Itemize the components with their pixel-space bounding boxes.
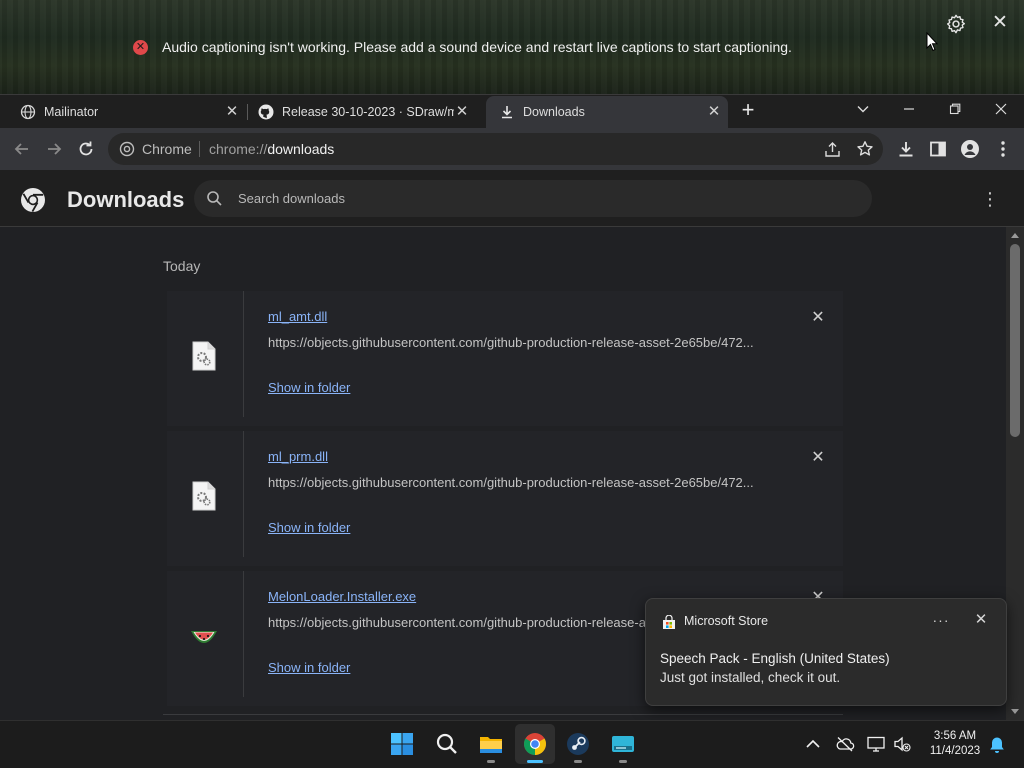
network-icon[interactable] xyxy=(866,734,886,754)
download-item: ml_amt.dll https://objects.githubusercon… xyxy=(167,291,843,426)
tab-downloads[interactable]: Downloads ✕ xyxy=(486,96,728,128)
github-icon xyxy=(258,104,274,120)
taskbar-search-button[interactable] xyxy=(427,724,467,764)
scrollbar-thumb[interactable] xyxy=(1010,244,1020,437)
address-bar[interactable]: Chrome chrome://downloads xyxy=(108,133,883,165)
file-name-link[interactable]: MelonLoader.Installer.exe xyxy=(268,589,416,604)
remove-download-button[interactable]: ✕ xyxy=(809,449,827,467)
restore-button[interactable] xyxy=(932,98,978,122)
tab-mailinator[interactable]: Mailinator ✕ xyxy=(0,96,246,128)
scroll-up-arrow-icon[interactable] xyxy=(1011,233,1019,238)
active-indicator xyxy=(527,760,543,763)
site-label: Chrome xyxy=(142,141,192,157)
profile-avatar-icon[interactable] xyxy=(960,139,980,159)
side-panel-icon[interactable] xyxy=(928,139,948,159)
tab-title: Release 30-10-2023 · SDraw/ml_mods xyxy=(282,105,454,119)
notification-bell-icon[interactable] xyxy=(987,735,1007,755)
close-window-button[interactable] xyxy=(978,98,1024,122)
clock-time: 3:56 AM xyxy=(933,730,977,742)
clock-date: 11/4/2023 xyxy=(929,745,981,757)
notification-close-button[interactable]: ✕ xyxy=(972,611,990,629)
live-captions-bar: ✕ Audio captioning isn't working. Please… xyxy=(0,0,1024,94)
downloads-more-menu-icon[interactable]: ⋮ xyxy=(980,189,1000,209)
url-scheme: chrome:// xyxy=(209,141,268,157)
more-menu-icon[interactable] xyxy=(993,139,1013,159)
microsoft-store-icon xyxy=(663,615,675,629)
share-icon[interactable] xyxy=(824,141,841,158)
taskbar-steam[interactable] xyxy=(558,724,598,764)
notification-toast[interactable]: Microsoft Store ··· ✕ Speech Pack - Engl… xyxy=(645,598,1007,706)
dll-file-icon xyxy=(192,481,216,511)
tab-github-release[interactable]: Release 30-10-2023 · SDraw/ml_mods ✕ xyxy=(238,96,486,128)
running-indicator xyxy=(574,760,582,763)
close-tab-button[interactable]: ✕ xyxy=(454,104,470,120)
page-scrollbar[interactable] xyxy=(1006,227,1024,720)
close-captions-button[interactable]: ✕ xyxy=(990,13,1010,33)
chrome-icon xyxy=(524,733,546,755)
globe-icon xyxy=(20,104,36,120)
show-in-folder-link[interactable]: Show in folder xyxy=(268,380,350,395)
onedrive-icon[interactable] xyxy=(835,734,855,754)
volume-muted-icon[interactable] xyxy=(892,734,912,754)
tab-search-chevron-icon[interactable] xyxy=(840,98,886,122)
show-in-folder-link[interactable]: Show in folder xyxy=(268,520,350,535)
remove-download-button[interactable]: ✕ xyxy=(809,309,827,327)
running-indicator xyxy=(619,760,627,763)
search-downloads-input[interactable] xyxy=(238,188,838,208)
error-circle-icon: ✕ xyxy=(133,40,148,55)
tab-title: Downloads xyxy=(523,105,585,119)
file-source-url: https://objects.githubusercontent.com/gi… xyxy=(268,335,754,350)
tab-title: Mailinator xyxy=(44,105,99,119)
notification-app-name: Microsoft Store xyxy=(684,614,769,628)
close-tab-button[interactable]: ✕ xyxy=(706,104,722,120)
chevron-up-icon[interactable] xyxy=(803,734,823,754)
show-in-folder-link[interactable]: Show in folder xyxy=(268,660,350,675)
captions-error-message: Audio captioning isn't working. Please a… xyxy=(162,39,792,55)
card-divider xyxy=(243,291,244,417)
url-path: downloads xyxy=(267,141,335,157)
melonloader-icon xyxy=(191,631,217,643)
running-indicator xyxy=(487,760,495,763)
bookmark-star-icon[interactable] xyxy=(856,140,874,158)
back-arrow-icon[interactable] xyxy=(12,139,32,159)
reload-icon[interactable] xyxy=(76,139,96,159)
file-name-link[interactable]: ml_prm.dll xyxy=(268,449,328,464)
card-divider xyxy=(243,571,244,697)
omnibox-divider xyxy=(199,141,200,157)
gear-icon[interactable] xyxy=(945,13,967,35)
mouse-cursor-icon xyxy=(926,32,938,52)
search-downloads-field[interactable] xyxy=(194,180,872,217)
minimize-button[interactable] xyxy=(886,98,932,122)
taskbar-app[interactable] xyxy=(603,724,643,764)
start-icon xyxy=(391,733,413,755)
file-name-link[interactable]: ml_amt.dll xyxy=(268,309,327,324)
downloads-icon[interactable] xyxy=(896,139,916,159)
scroll-down-arrow-icon[interactable] xyxy=(1011,709,1019,714)
search-icon xyxy=(436,733,457,754)
file-explorer-icon xyxy=(480,737,502,753)
steam-icon xyxy=(567,733,589,755)
download-item: ml_prm.dll https://objects.githubusercon… xyxy=(167,431,843,566)
file-source-url: https://objects.githubusercontent.com/gi… xyxy=(268,475,754,490)
date-section-label: Today xyxy=(163,258,201,274)
new-tab-button[interactable]: + xyxy=(737,99,759,122)
page-title: Downloads xyxy=(67,187,185,212)
notification-title: Speech Pack - English (United States) xyxy=(660,651,890,666)
taskbar-clock[interactable]: 3:56 AM 11/4/2023 xyxy=(920,729,990,759)
app-icon xyxy=(612,736,634,752)
start-button[interactable] xyxy=(382,724,422,764)
download-icon xyxy=(502,106,512,119)
search-icon xyxy=(207,191,222,206)
chrome-logo-icon xyxy=(21,188,45,213)
taskbar-file-explorer[interactable] xyxy=(471,724,511,764)
forward-arrow-icon[interactable] xyxy=(44,139,64,159)
url-text: chrome://downloads xyxy=(209,141,334,157)
chrome-logo-icon xyxy=(119,141,135,157)
notification-body: Just got installed, check it out. xyxy=(660,670,841,685)
notification-more-button[interactable]: ··· xyxy=(931,611,951,631)
taskbar-chrome[interactable] xyxy=(515,724,555,764)
card-divider xyxy=(243,431,244,557)
dll-file-icon xyxy=(192,341,216,371)
